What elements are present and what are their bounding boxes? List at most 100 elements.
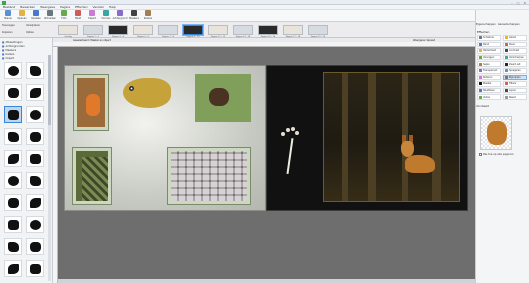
page-thumbnail[interactable] <box>83 25 103 35</box>
effect-item[interactable]: Filters <box>503 81 527 87</box>
canvas-scrollbar-horizontal[interactable] <box>58 279 475 283</box>
menu-view[interactable]: Weergave <box>40 5 55 9</box>
fish-clipart[interactable] <box>123 78 171 108</box>
photo-bird-mask[interactable] <box>195 74 251 122</box>
apply-all-checkbox[interactable]: Pas toe op alle pagina's <box>479 153 514 156</box>
ribbon-button-label: Opslaan <box>31 16 41 20</box>
effect-label: Schaduw <box>483 36 494 40</box>
effect-item[interactable]: Schaduw <box>477 35 501 41</box>
page-thumbnail[interactable] <box>233 25 253 35</box>
ribbon-button-label: Kaders <box>143 16 153 20</box>
left-tab-4[interactable]: ■ Clipart <box>2 56 50 60</box>
ribbon-button-6[interactable]: Clipart <box>86 10 98 21</box>
effect-item[interactable]: Contrast <box>503 48 527 54</box>
effect-item[interactable]: Roteren <box>477 74 501 81</box>
page-thumbnail[interactable] <box>108 25 128 35</box>
effect-item[interactable]: Gloed <box>503 35 527 41</box>
mask-thumbnail[interactable] <box>4 62 22 79</box>
page-options-button[interactable]: Opties <box>26 31 49 37</box>
effect-item[interactable]: Kleur <box>503 41 527 48</box>
dog-clipart[interactable] <box>399 135 439 181</box>
effect-item[interactable]: Rand <box>477 41 501 48</box>
page-thumbnail[interactable] <box>208 25 228 35</box>
effect-item[interactable]: Spiegelen <box>503 67 527 74</box>
menu-page[interactable]: Pagina <box>60 5 70 9</box>
mask-thumbnail[interactable] <box>4 260 22 277</box>
mask-thumbnail[interactable] <box>4 150 22 167</box>
ribbon-button-0[interactable]: Nieuw <box>2 10 14 21</box>
ribbon-button-2[interactable]: Opslaan <box>30 10 42 21</box>
effect-item[interactable]: Tekstkleur <box>477 87 501 94</box>
tab-properties[interactable]: Eigenschappen <box>476 23 496 28</box>
effect-item[interactable]: Verscherpen <box>503 54 527 61</box>
page-thumbnail[interactable] <box>133 25 153 35</box>
mask-thumbnail[interactable] <box>26 238 44 255</box>
menu-window[interactable]: Venster <box>93 5 104 9</box>
checkbox-box[interactable] <box>479 153 482 156</box>
menu-help[interactable]: Help <box>109 5 116 9</box>
copy-page-button[interactable]: Kopiëren <box>2 31 25 37</box>
mask-thumbnail[interactable] <box>26 260 44 277</box>
mask-thumbnail[interactable] <box>26 84 44 101</box>
mask-thumbnail[interactable] <box>4 194 22 211</box>
ribbon-button-1[interactable]: Openen <box>16 10 28 21</box>
effect-item[interactable]: Vullen <box>477 94 501 100</box>
album-page-right[interactable] <box>266 65 468 211</box>
mask-thumbnail[interactable] <box>4 238 22 255</box>
mask-thumbnail[interactable] <box>26 128 44 145</box>
page-thumbnail[interactable] <box>58 25 78 35</box>
mask-thumbnail[interactable] <box>4 128 22 145</box>
effect-item[interactable]: Zwart-wit <box>503 61 527 67</box>
effect-item[interactable]: Sepia <box>477 61 501 67</box>
mask-thumbnail[interactable] <box>26 62 44 79</box>
effect-item[interactable]: Helderheid <box>477 48 501 54</box>
mask-thumbnail[interactable] <box>4 106 22 123</box>
ribbon-button-8[interactable]: Achtergrond <box>113 10 127 21</box>
mask-thumbnail[interactable] <box>26 106 44 123</box>
effect-item[interactable]: Reset <box>503 94 527 100</box>
app-logo-icon <box>2 0 6 5</box>
ribbon-button-9[interactable]: Maskers <box>128 10 140 21</box>
close-button[interactable]: ✕ <box>523 1 526 5</box>
mask-thumbnail[interactable] <box>26 216 44 233</box>
forest-photo-frame[interactable] <box>323 72 460 202</box>
mask-thumbnail[interactable] <box>26 150 44 167</box>
menu-file[interactable]: Bestand <box>3 5 15 9</box>
ribbon-button-3[interactable]: Afdrukken <box>44 10 56 21</box>
ribbon-button-7[interactable]: Vormen <box>100 10 112 21</box>
photo-frame-pine[interactable] <box>73 148 111 204</box>
effect-item[interactable]: Bijsnijden <box>503 74 527 81</box>
scrollbar-thumb[interactable] <box>48 55 51 125</box>
mask-thumbnail[interactable] <box>4 216 22 233</box>
effect-item[interactable]: Lijnen <box>503 87 527 94</box>
mask-thumbnail[interactable] <box>4 172 22 189</box>
menu-edit[interactable]: Bewerken <box>20 5 35 9</box>
mask-thumbnail[interactable] <box>4 84 22 101</box>
tab-tools[interactable]: Gereedschappen <box>498 23 520 28</box>
page-thumbnail[interactable] <box>258 25 278 35</box>
mask-thumbnail[interactable] <box>26 172 44 189</box>
maximize-button[interactable]: □ <box>517 1 520 5</box>
left-panel-scrollbar[interactable] <box>48 55 51 281</box>
ribbon-button-4[interactable]: Foto <box>58 10 70 21</box>
photo-frame-mosaic[interactable] <box>168 148 250 204</box>
effect-item[interactable]: Vervagen <box>477 54 501 61</box>
page-thumbnail[interactable] <box>308 25 328 35</box>
page-thumbnail[interactable] <box>183 25 203 35</box>
album-page-left[interactable] <box>64 65 266 211</box>
photo-frame-owl[interactable] <box>74 75 108 130</box>
dandelion-clipart[interactable] <box>279 126 301 176</box>
add-page-button[interactable]: Toevoegen <box>2 24 25 30</box>
minimize-button[interactable]: – <box>511 1 513 5</box>
delete-page-button[interactable]: Verwijderen <box>26 24 49 30</box>
page-thumbnail[interactable] <box>283 25 303 35</box>
menu-effects[interactable]: Effecten <box>75 5 87 9</box>
effect-item[interactable]: Masker <box>477 81 501 87</box>
effect-label: Filters <box>509 82 517 86</box>
ribbon-button-10[interactable]: Kaders <box>142 10 154 21</box>
ribbon-button-5[interactable]: Tekst <box>72 10 84 21</box>
effect-item[interactable]: Transparant <box>477 67 501 74</box>
mask-shape <box>8 264 19 274</box>
mask-thumbnail[interactable] <box>26 194 44 211</box>
page-thumbnail[interactable] <box>158 25 178 35</box>
